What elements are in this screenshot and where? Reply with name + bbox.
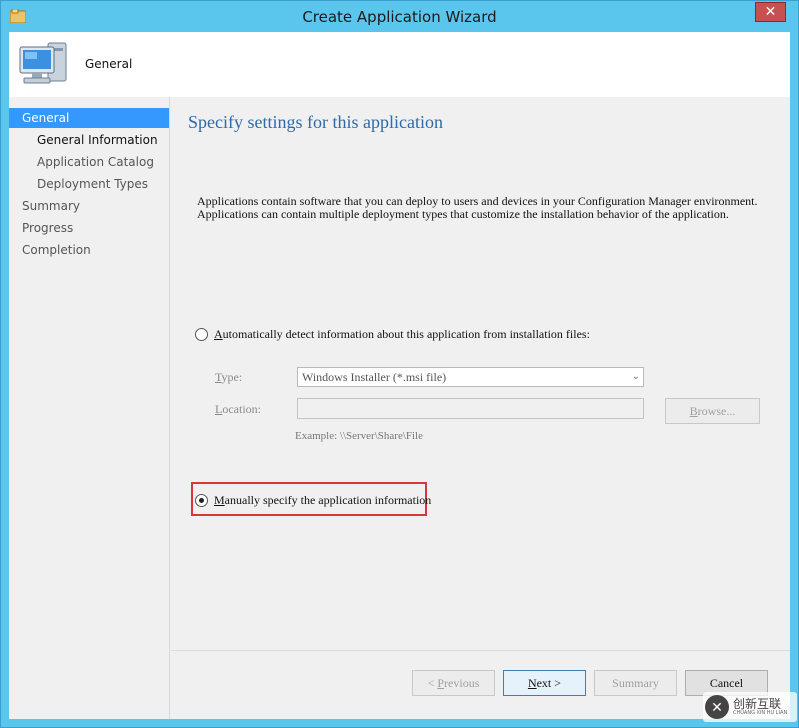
watermark-subtext: CHUANG XIN HU LIAN	[733, 710, 788, 716]
step-deployment-types[interactable]: Deployment Types	[9, 174, 169, 194]
location-input[interactable]	[297, 398, 644, 419]
header-title: General	[85, 57, 133, 71]
step-general-information[interactable]: General Information	[9, 130, 169, 150]
watermark: ✕ 创新互联 CHUANG XIN HU LIAN	[703, 692, 797, 722]
footer-divider	[171, 650, 790, 651]
location-label: Location:	[215, 402, 261, 416]
browse-button[interactable]: Browse...	[665, 398, 760, 424]
main-panel: Specify settings for this application Ap…	[171, 97, 790, 719]
manual-option[interactable]: Manually specify the application informa…	[195, 493, 431, 508]
page-title: Specify settings for this application	[188, 112, 443, 132]
step-summary[interactable]: Summary	[9, 196, 169, 216]
auto-detect-option[interactable]: Automatically detect information about t…	[195, 327, 590, 342]
title-bar[interactable]: Create Application Wizard ✕	[1, 1, 798, 32]
window-title: Create Application Wizard	[302, 8, 497, 26]
wizard-steps-sidebar: General General Information Application …	[9, 97, 170, 719]
previous-button[interactable]: < Previous	[412, 670, 495, 696]
watermark-logo-icon: ✕	[705, 695, 729, 719]
auto-detect-radio[interactable]	[195, 328, 208, 341]
location-example: Example: \\Server\Share\File	[295, 430, 423, 442]
wizard-header: General	[9, 32, 790, 97]
next-button[interactable]: Next >	[503, 670, 586, 696]
summary-button[interactable]: Summary	[594, 670, 677, 696]
type-select[interactable]: Windows Installer (*.msi file) ⌄	[297, 367, 644, 387]
description-line-2: Applications can contain multiple deploy…	[197, 207, 729, 221]
content-area: General General Information Application …	[9, 97, 790, 719]
auto-detect-label: Automatically detect information about t…	[214, 327, 590, 341]
description: Applications contain software that you c…	[197, 195, 767, 221]
type-label: Type:	[215, 370, 243, 384]
close-button[interactable]: ✕	[755, 2, 786, 22]
step-completion[interactable]: Completion	[9, 240, 169, 260]
step-application-catalog[interactable]: Application Catalog	[9, 152, 169, 172]
step-general[interactable]: General	[9, 108, 169, 128]
step-progress[interactable]: Progress	[9, 218, 169, 238]
chevron-down-icon: ⌄	[631, 371, 640, 382]
computer-icon	[19, 42, 67, 84]
wizard-window: Create Application Wizard ✕ General Gene…	[0, 0, 799, 728]
manual-label: Manually specify the application informa…	[214, 493, 432, 507]
type-select-value: Windows Installer (*.msi file)	[302, 370, 447, 384]
manual-radio[interactable]	[195, 494, 208, 507]
